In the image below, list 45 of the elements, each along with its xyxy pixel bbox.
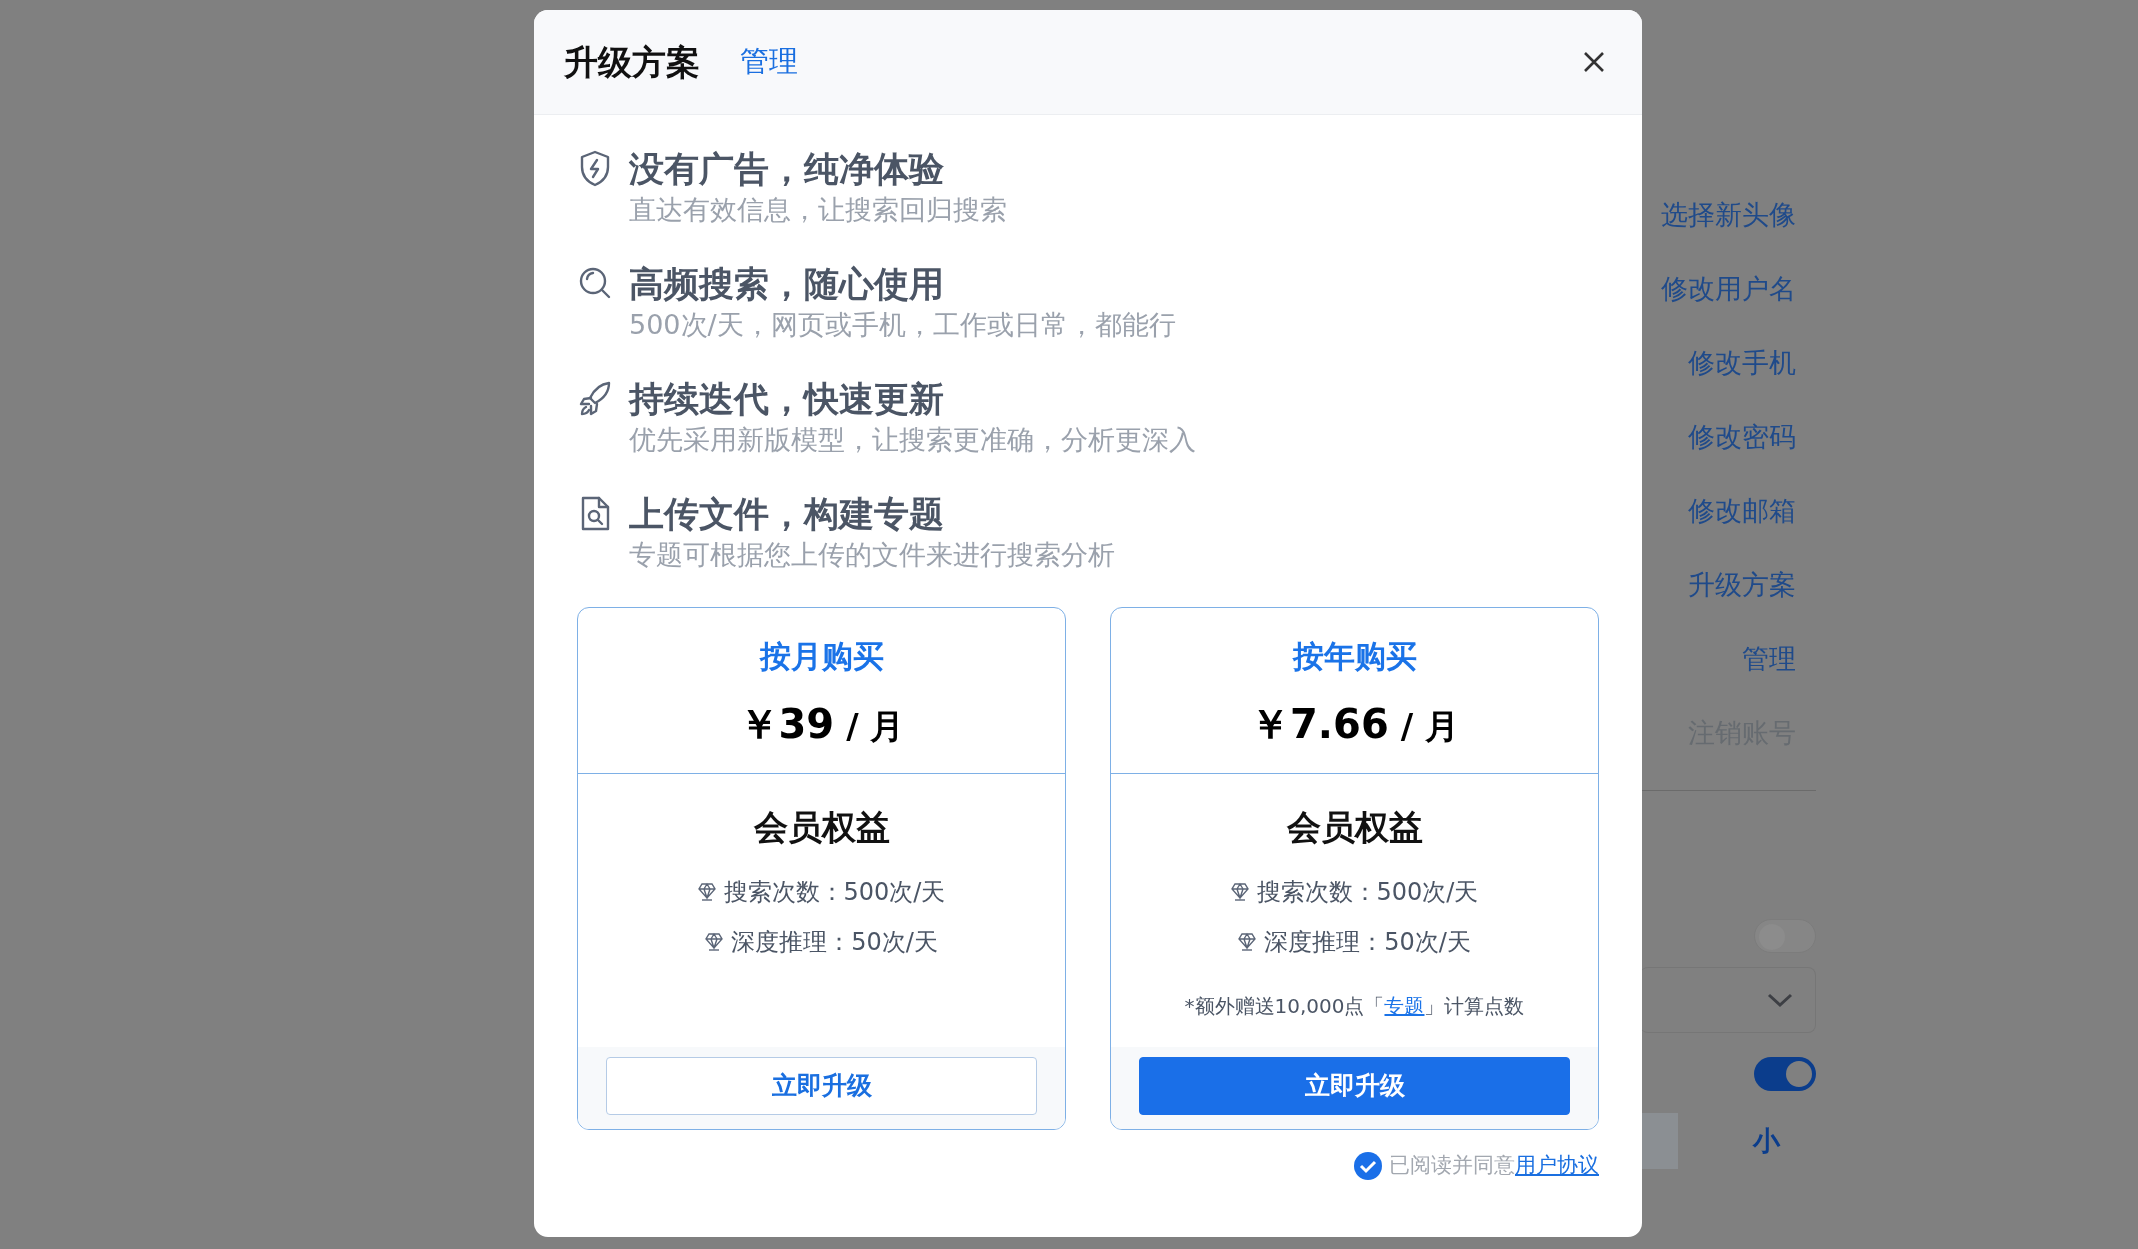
bonus-note: *额外赠送10,000点「专题」计算点数 [1183, 993, 1526, 1020]
benefit-text: 搜索次数：500次/天 [723, 877, 946, 908]
option-tile[interactable] [1640, 1113, 1678, 1169]
plan-price: ￥39 [738, 700, 835, 749]
benefit-text: 深度推理：50次/天 [1264, 927, 1471, 958]
plan-name: 按年购买 [1291, 637, 1418, 676]
feature-title: 高频搜索，随心使用 [629, 263, 945, 306]
agreement-link[interactable]: 用户协议 [1515, 1150, 1599, 1182]
chevron-down-icon [1767, 992, 1793, 1008]
benefit-text: 深度推理：50次/天 [731, 927, 938, 958]
menu-link[interactable]: 修改用户名 [1640, 272, 1816, 306]
feature-description: 优先采用新版模型，让搜索更准确，分析更深入 [629, 423, 1196, 457]
feature-description: 直达有效信息，让搜索回归搜索 [629, 193, 1007, 227]
menu-link[interactable]: 修改手机 [1640, 346, 1816, 380]
feature-description: 专题可根据您上传的文件来进行搜索分析 [629, 538, 1115, 572]
dialog-title: 升级方案 [564, 40, 700, 84]
topic-link[interactable]: 专题 [1384, 994, 1425, 1018]
menu-link[interactable]: 修改密码 [1640, 420, 1816, 454]
diamond-icon [697, 882, 716, 902]
menu-link[interactable]: 升级方案 [1640, 568, 1816, 602]
toggle-switch[interactable] [1754, 1057, 1816, 1091]
close-icon [1582, 50, 1606, 74]
menu-link[interactable]: 选择新头像 [1640, 198, 1816, 232]
benefits-title: 会员权益 [1285, 806, 1424, 849]
feature-description: 500次/天，网页或手机，工作或日常，都能行 [629, 308, 1176, 342]
plan-price: ￥7.66 [1250, 700, 1389, 749]
manage-link[interactable]: 管理 [740, 40, 798, 84]
diamond-icon [1230, 882, 1249, 902]
menu-link[interactable]: 管理 [1640, 642, 1816, 676]
size-option[interactable]: 小 [1753, 1120, 1780, 1162]
plan-name: 按月购买 [758, 637, 885, 676]
upgrade-button[interactable]: 立即升级 [1139, 1057, 1570, 1115]
price-unit: / 月 [1400, 705, 1459, 748]
feature-title: 没有广告，纯净体验 [629, 148, 945, 191]
checkbox[interactable] [1353, 1150, 1383, 1181]
feature-title: 持续迭代，快速更新 [629, 378, 945, 421]
agreement-text: 已阅读并同意 [1389, 1152, 1515, 1179]
upgrade-button[interactable]: 立即升级 [606, 1057, 1037, 1115]
feature-title: 上传文件，构建专题 [629, 493, 945, 536]
diamond-icon [1238, 932, 1257, 952]
diamond-icon [705, 932, 724, 952]
menu-link[interactable]: 修改邮箱 [1640, 494, 1816, 528]
price-unit: / 月 [846, 705, 905, 748]
benefit-text: 搜索次数：500次/天 [1256, 877, 1479, 908]
benefits-title: 会员权益 [752, 806, 891, 849]
